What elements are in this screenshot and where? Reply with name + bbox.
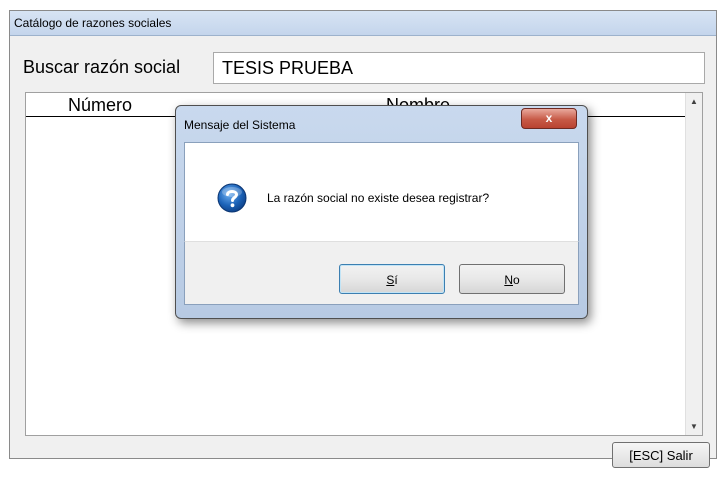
dialog-content: La razón social no existe desea registra…: [184, 142, 579, 241]
dialog-close-button[interactable]: x: [521, 108, 577, 129]
yes-button[interactable]: Sí: [339, 264, 445, 294]
search-input[interactable]: [213, 52, 705, 84]
scroll-down-arrow-icon[interactable]: ▼: [686, 418, 702, 435]
system-message-dialog: Mensaje del Sistema x La razón social no…: [175, 105, 588, 319]
no-button[interactable]: No: [459, 264, 565, 294]
window-titlebar: Catálogo de razones sociales: [10, 11, 716, 36]
yes-label-rest: í: [394, 273, 398, 287]
no-mnemonic: N: [504, 273, 513, 287]
window-title: Catálogo de razones sociales: [14, 16, 172, 30]
vertical-scrollbar[interactable]: ▲ ▼: [685, 93, 702, 435]
dialog-title: Mensaje del Sistema: [184, 118, 296, 132]
exit-button[interactable]: [ESC] Salir: [612, 442, 710, 468]
question-icon: [217, 183, 247, 213]
search-label: Buscar razón social: [23, 57, 181, 77]
dialog-footer: Sí No: [184, 241, 579, 305]
no-label-rest: o: [512, 273, 520, 287]
dialog-message: La razón social no existe desea registra…: [267, 191, 490, 205]
column-header-numero[interactable]: Número: [68, 95, 132, 116]
close-icon: x: [545, 111, 553, 125]
scroll-up-arrow-icon[interactable]: ▲: [686, 93, 702, 110]
